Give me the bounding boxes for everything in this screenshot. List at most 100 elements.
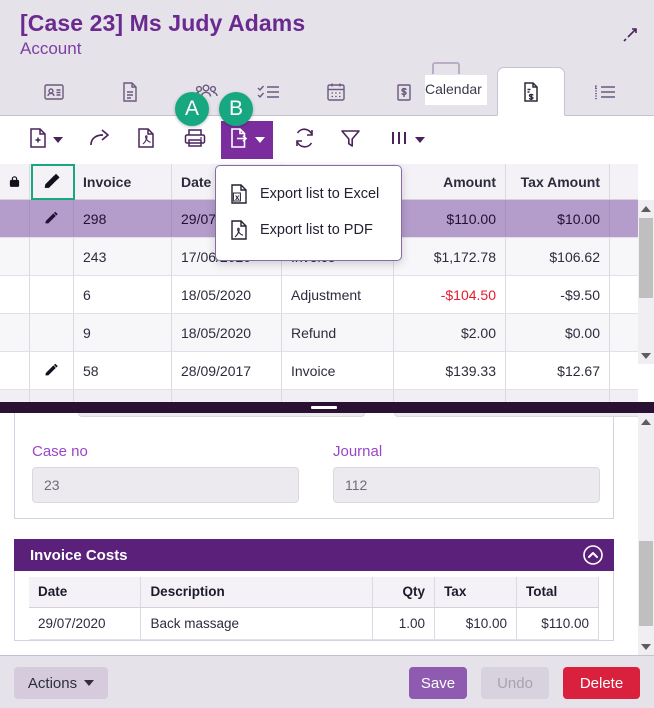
total-count: 9 xyxy=(172,390,282,402)
chevron-down-icon xyxy=(84,680,94,686)
cell-invoice: 9 xyxy=(74,314,172,351)
row-lock-cell xyxy=(0,238,30,275)
tab-document[interactable] xyxy=(96,68,164,116)
tab-contact-card[interactable] xyxy=(20,68,88,116)
tab-strip xyxy=(0,68,654,116)
actions-button[interactable]: Actions xyxy=(14,667,108,699)
contact-card-icon xyxy=(42,80,66,104)
column-header-tax[interactable]: Tax Amount xyxy=(506,164,610,199)
cell-type: Invoice xyxy=(282,352,394,389)
printer-icon xyxy=(183,127,207,154)
new-document-icon xyxy=(28,127,48,154)
cell-tax: $12.67 xyxy=(506,352,610,389)
total-type-cell xyxy=(282,390,394,402)
total-invoice-cell xyxy=(74,390,172,402)
detail-scrollbar[interactable] xyxy=(638,413,654,655)
row-edit-button[interactable] xyxy=(30,352,74,389)
cell-tax: $0.00 xyxy=(506,314,610,351)
refresh-button[interactable] xyxy=(288,121,320,159)
row-edit-button[interactable] xyxy=(30,200,74,237)
columns-button[interactable] xyxy=(381,121,431,159)
export-button[interactable] xyxy=(221,121,273,159)
print-button[interactable] xyxy=(178,121,212,159)
pdf-button[interactable] xyxy=(132,121,160,159)
pdf-file-icon xyxy=(230,219,256,241)
cell-date: 28/09/2017 xyxy=(172,352,282,389)
menu-item-label: Export list to Excel xyxy=(260,186,379,202)
menu-item-label: Export list to PDF xyxy=(260,222,373,238)
ic-column-total[interactable]: Total xyxy=(517,577,599,607)
ic-column-date[interactable]: Date xyxy=(29,577,141,607)
scroll-thumb[interactable] xyxy=(639,218,653,298)
ic-cell-qty: 1.00 xyxy=(373,607,435,639)
row-edit-cell xyxy=(30,238,74,275)
filter-button[interactable] xyxy=(335,121,365,159)
checklist-icon xyxy=(255,80,281,104)
actions-button-label: Actions xyxy=(28,675,77,692)
grid-scrollbar[interactable] xyxy=(638,200,654,364)
edit-column-header[interactable] xyxy=(30,164,74,199)
ic-cell-date: 29/07/2020 xyxy=(29,607,141,639)
refresh-icon xyxy=(293,127,316,154)
pane-splitter[interactable] xyxy=(0,402,654,413)
invoice-costs-table: Date Description Qty Tax Total 29/07/202… xyxy=(29,577,599,640)
forward-arrow-icon xyxy=(89,127,113,154)
tab-list[interactable] xyxy=(570,68,638,116)
cell-amount: $2.00 xyxy=(394,314,506,351)
column-header-invoice[interactable]: Invoice xyxy=(74,164,172,199)
cutoff-field-above-right xyxy=(394,413,654,417)
total-amount: $1,319.61 xyxy=(394,390,506,402)
table-row[interactable]: 9 18/05/2020 Refund $2.00 $0.00 xyxy=(0,314,638,352)
case-no-input[interactable]: 23 xyxy=(32,467,299,503)
journal-input[interactable]: 112 xyxy=(333,467,600,503)
menu-item-export-excel[interactable]: x Export list to Excel xyxy=(216,176,401,212)
column-header-amount[interactable]: Amount xyxy=(394,164,506,199)
scroll-down-arrow[interactable] xyxy=(638,347,654,364)
cell-type: Adjustment xyxy=(282,276,394,313)
tab-calendar[interactable] xyxy=(302,68,370,116)
page-subtitle: Account xyxy=(20,39,81,59)
scroll-up-arrow[interactable] xyxy=(638,200,654,217)
cell-amount: -$104.50 xyxy=(394,276,506,313)
share-button[interactable] xyxy=(84,121,118,159)
chevron-down-icon xyxy=(53,137,63,143)
detail-pane: Case no 23 Journal 112 Invoice Costs xyxy=(0,413,654,655)
tab-invoices[interactable] xyxy=(497,67,565,116)
ic-column-qty[interactable]: Qty xyxy=(373,577,435,607)
list-item[interactable]: 29/07/2020 Back massage 1.00 $10.00 $110… xyxy=(29,607,599,639)
case-no-label: Case no xyxy=(32,443,88,460)
ic-column-description[interactable]: Description xyxy=(141,577,373,607)
scroll-thumb[interactable] xyxy=(639,541,653,626)
scroll-up-arrow[interactable] xyxy=(638,413,654,430)
menu-item-export-pdf[interactable]: Export list to PDF xyxy=(216,212,401,248)
row-edit-cell xyxy=(30,314,74,351)
delete-button[interactable]: Delete xyxy=(563,667,640,699)
calendar-icon xyxy=(324,80,348,104)
cell-tax: $10.00 xyxy=(506,200,610,237)
cell-date: 18/05/2020 xyxy=(172,276,282,313)
chevron-up-circle-icon[interactable] xyxy=(582,544,604,566)
document-icon xyxy=(118,80,142,104)
ic-column-tax[interactable]: Tax xyxy=(435,577,517,607)
export-icon xyxy=(229,127,250,154)
cell-invoice: 58 xyxy=(74,352,172,389)
table-row[interactable]: 6 18/05/2020 Adjustment -$104.50 -$9.50 xyxy=(0,276,638,314)
cell-type: Refund xyxy=(282,314,394,351)
total-tax-cell xyxy=(506,390,610,402)
ic-cell-total: $110.00 xyxy=(517,607,599,639)
cell-amount: $110.00 xyxy=(394,200,506,237)
new-record-button[interactable] xyxy=(20,121,70,159)
page-title: [Case 23] Ms Judy Adams xyxy=(20,10,305,37)
splitter-handle[interactable] xyxy=(311,406,337,409)
cutoff-field-above-left xyxy=(78,413,365,417)
calendar-tooltip-pointer xyxy=(432,62,460,74)
expand-arrow-icon[interactable] xyxy=(618,24,640,46)
chevron-down-icon xyxy=(415,137,425,143)
scroll-down-arrow[interactable] xyxy=(638,638,654,655)
save-button[interactable]: Save xyxy=(409,667,467,699)
chevron-down-icon xyxy=(255,137,265,143)
export-dropdown-menu: x Export list to Excel Export list to PD… xyxy=(215,165,402,261)
table-row[interactable]: 58 28/09/2017 Invoice $139.33 $12.67 xyxy=(0,352,638,390)
invoice-costs-header: Invoice Costs xyxy=(14,539,614,571)
invoice-doc-icon xyxy=(519,80,543,104)
